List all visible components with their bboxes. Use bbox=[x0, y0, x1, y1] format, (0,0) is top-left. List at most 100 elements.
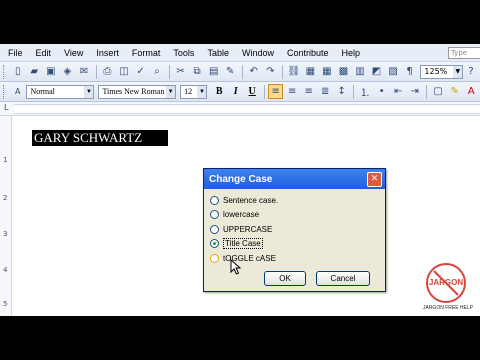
tab-stop-selector[interactable]: L bbox=[4, 103, 8, 112]
ruler-track[interactable] bbox=[14, 104, 480, 114]
menu-help[interactable]: Help bbox=[342, 48, 361, 58]
tables-borders-icon[interactable]: ▦ bbox=[303, 64, 319, 79]
align-left-icon[interactable]: ≡ bbox=[267, 84, 284, 99]
menu-bar: File Edit View Insert Format Tools Table… bbox=[0, 44, 480, 62]
show-hide-icon[interactable]: ¶ bbox=[402, 64, 418, 79]
radio-button[interactable] bbox=[210, 224, 219, 234]
bold-button[interactable]: B bbox=[211, 84, 227, 99]
logo-tagline: JARGON FREE HELP bbox=[422, 305, 473, 311]
numbering-icon[interactable]: ⒈ bbox=[357, 84, 373, 99]
menu-tools[interactable]: Tools bbox=[173, 48, 194, 58]
dialog-title: Change Case bbox=[209, 173, 273, 185]
underline-button[interactable]: U bbox=[244, 84, 260, 99]
insert-table-icon[interactable]: ▦ bbox=[319, 64, 335, 79]
help-search-input[interactable]: Type bbox=[448, 47, 480, 59]
styles-pane-icon[interactable]: A bbox=[10, 84, 26, 99]
vruler-number: 3 bbox=[3, 230, 8, 238]
toolbar-separator bbox=[168, 64, 170, 79]
style-value: Normal bbox=[30, 86, 55, 96]
font-color-icon[interactable]: A bbox=[463, 84, 479, 99]
decrease-indent-icon[interactable]: ⇤ bbox=[390, 84, 406, 99]
redo-icon[interactable]: ↷ bbox=[263, 64, 279, 79]
menu-insert[interactable]: Insert bbox=[96, 48, 119, 58]
menu-view[interactable]: View bbox=[64, 48, 83, 58]
option-title-case[interactable]: Title Case bbox=[210, 237, 385, 252]
italic-button[interactable]: I bbox=[228, 84, 244, 99]
cancel-button[interactable]: Cancel bbox=[316, 271, 370, 286]
option-label: Sentence case. bbox=[223, 195, 279, 205]
justify-icon[interactable]: ≣ bbox=[317, 84, 333, 99]
open-folder-icon[interactable]: ▰ bbox=[26, 64, 42, 79]
option-label: Title Case bbox=[223, 238, 263, 250]
toolbar-separator bbox=[263, 84, 265, 99]
menu-window[interactable]: Window bbox=[242, 48, 274, 58]
menu-table[interactable]: Table bbox=[207, 48, 229, 58]
undo-icon[interactable]: ↶ bbox=[246, 64, 262, 79]
font-size-value: 12 bbox=[184, 86, 193, 96]
font-value: Times New Roman bbox=[102, 86, 165, 96]
style-select[interactable]: Normal ▼ bbox=[26, 84, 95, 99]
ok-button[interactable]: OK bbox=[264, 271, 306, 286]
spelling-icon[interactable]: ✓ bbox=[133, 64, 149, 79]
format-painter-icon[interactable]: ✎ bbox=[222, 64, 238, 79]
menu-format[interactable]: Format bbox=[132, 48, 161, 58]
vruler-number: 1 bbox=[3, 156, 8, 164]
font-select[interactable]: Times New Roman ▼ bbox=[98, 84, 177, 99]
toolbar-separator bbox=[282, 64, 284, 79]
letterbox-top bbox=[0, 0, 480, 44]
insert-excel-icon[interactable]: ▩ bbox=[336, 64, 352, 79]
highlight-icon[interactable]: ✎ bbox=[447, 84, 463, 99]
option-label: lowercase bbox=[223, 210, 260, 220]
dialog-buttons: OK Cancel bbox=[264, 271, 370, 286]
vertical-ruler: 1 2 3 4 5 bbox=[0, 116, 12, 316]
letterbox-bottom bbox=[0, 316, 480, 360]
bullets-icon[interactable]: • bbox=[374, 84, 390, 99]
print-icon[interactable]: ⎙ bbox=[100, 64, 116, 79]
toolbar-separator bbox=[95, 64, 97, 79]
borders-icon[interactable]: ▢ bbox=[430, 84, 446, 99]
option-uppercase[interactable]: UPPERCASE bbox=[210, 222, 385, 237]
menu-contribute[interactable]: Contribute bbox=[287, 48, 329, 58]
help-icon[interactable]: ? bbox=[463, 64, 479, 79]
radio-button[interactable] bbox=[210, 195, 219, 205]
columns-icon[interactable]: ▥ bbox=[352, 64, 368, 79]
case-options: Sentence case. lowercase UPPERCASE Title… bbox=[204, 189, 385, 266]
save-icon[interactable]: ▣ bbox=[43, 64, 59, 79]
chevron-down-icon: ▼ bbox=[84, 85, 94, 98]
dialog-title-bar[interactable]: Change Case ✕ bbox=[204, 169, 385, 189]
hyperlink-icon[interactable]: ⛓ bbox=[286, 64, 302, 79]
formatting-toolbar: A Normal ▼ Times New Roman ▼ 12 ▼ B I U ≡ ≡… bbox=[0, 82, 480, 102]
toolbar-separator bbox=[353, 84, 355, 99]
cut-icon[interactable]: ✂ bbox=[173, 64, 189, 79]
font-size-select[interactable]: 12 ▼ bbox=[180, 84, 208, 99]
radio-button[interactable] bbox=[210, 253, 219, 263]
line-spacing-icon[interactable]: ↕ bbox=[334, 84, 350, 99]
print-preview-icon[interactable]: ◫ bbox=[116, 64, 132, 79]
selected-document-text[interactable]: GARY SCHWARTZ bbox=[32, 130, 168, 146]
menu-file[interactable]: File bbox=[8, 48, 23, 58]
increase-indent-icon[interactable]: ⇥ bbox=[407, 84, 423, 99]
permission-icon[interactable]: ◈ bbox=[60, 64, 76, 79]
zoom-select[interactable]: 125% ▼ bbox=[420, 64, 464, 79]
option-sentence-case[interactable]: Sentence case. bbox=[210, 193, 385, 208]
chevron-down-icon: ▼ bbox=[166, 85, 176, 98]
menu-edit[interactable]: Edit bbox=[36, 48, 52, 58]
toolbar-separator bbox=[426, 84, 428, 99]
document-map-icon[interactable]: ▧ bbox=[385, 64, 401, 79]
email-icon[interactable]: ✉ bbox=[76, 64, 92, 79]
chevron-down-icon: ▼ bbox=[453, 65, 463, 78]
align-center-icon[interactable]: ≡ bbox=[284, 84, 300, 99]
option-lowercase[interactable]: lowercase bbox=[210, 208, 385, 223]
radio-button-selected[interactable] bbox=[210, 239, 219, 249]
drawing-icon[interactable]: ◩ bbox=[369, 64, 385, 79]
new-document-icon[interactable]: ▯ bbox=[10, 64, 26, 79]
word-window: File Edit View Insert Format Tools Table… bbox=[0, 0, 480, 360]
research-icon[interactable]: ⌕ bbox=[149, 64, 165, 79]
align-right-icon[interactable]: ≡ bbox=[301, 84, 317, 99]
toolbar-grip[interactable] bbox=[3, 64, 6, 79]
copy-icon[interactable]: ⧉ bbox=[189, 64, 205, 79]
radio-button[interactable] bbox=[210, 210, 219, 220]
close-icon[interactable]: ✕ bbox=[367, 171, 382, 187]
toolbar-grip[interactable] bbox=[3, 84, 6, 99]
paste-icon[interactable]: ▤ bbox=[206, 64, 222, 79]
